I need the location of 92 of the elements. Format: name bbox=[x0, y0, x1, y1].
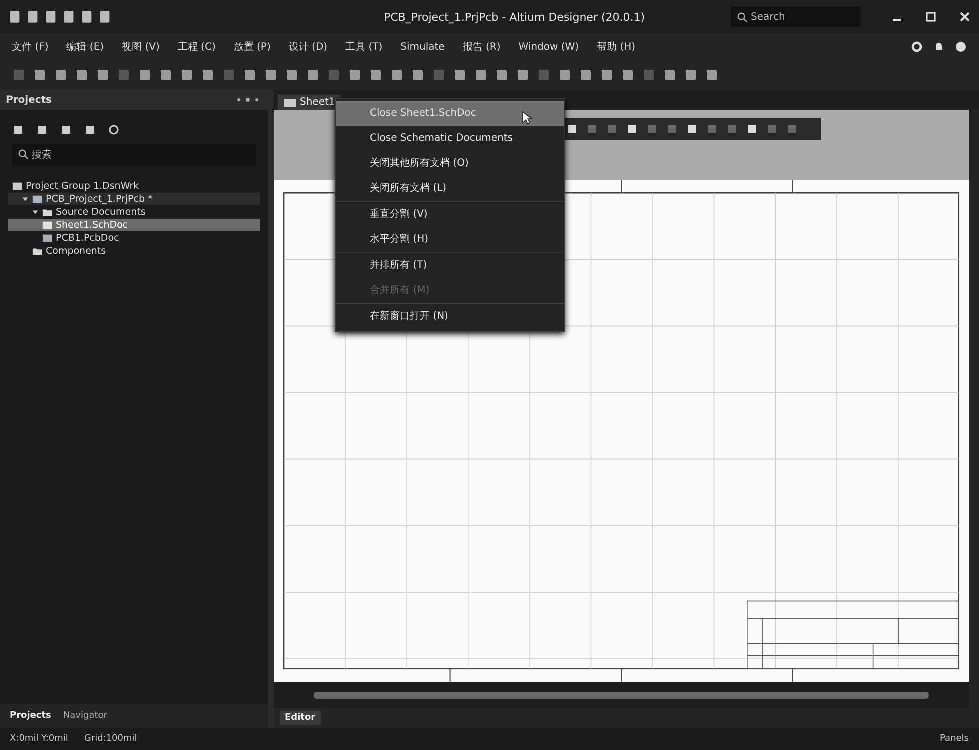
search-icon bbox=[737, 12, 748, 23]
scrollbar-thumb[interactable] bbox=[314, 692, 929, 698]
tree-item[interactable]: Project Group 1.DsnWrk bbox=[8, 180, 260, 192]
tool-icon[interactable] bbox=[390, 68, 404, 82]
status-grid: Grid:100mil bbox=[84, 734, 138, 744]
tree-item[interactable]: PCB1.PcbDoc bbox=[8, 232, 260, 244]
menu-item[interactable]: 编辑 (E) bbox=[66, 40, 104, 54]
search-field[interactable]: 搜索 bbox=[12, 144, 256, 166]
tool-icon[interactable] bbox=[96, 68, 110, 82]
document-icon bbox=[42, 220, 53, 230]
tool-icon[interactable] bbox=[705, 68, 719, 82]
tool-icon[interactable] bbox=[685, 122, 699, 136]
document-icon bbox=[284, 98, 296, 108]
tool-icon[interactable] bbox=[138, 68, 152, 82]
status-coordinates: X:0mil Y:0mil bbox=[10, 734, 68, 744]
tree-item[interactable]: Source Documents bbox=[8, 206, 260, 218]
panel-tool-icon[interactable] bbox=[60, 124, 72, 136]
tool-icon[interactable] bbox=[201, 68, 215, 82]
tool-icon[interactable] bbox=[75, 68, 89, 82]
document-tab[interactable]: Sheet1 bbox=[278, 95, 342, 110]
menu-item[interactable]: 关闭所有文档 (L) bbox=[336, 176, 564, 202]
tool-icon[interactable] bbox=[54, 68, 68, 82]
document-icon bbox=[32, 194, 43, 204]
menu-item[interactable]: 视图 (V) bbox=[122, 40, 160, 54]
tool-icon[interactable] bbox=[306, 68, 320, 82]
tool-icon[interactable] bbox=[369, 68, 383, 82]
menu-item[interactable]: 报告 (R) bbox=[462, 40, 501, 54]
menu-item[interactable]: Window (W) bbox=[518, 42, 580, 52]
tool-icon[interactable] bbox=[411, 68, 425, 82]
tool-icon[interactable] bbox=[495, 68, 509, 82]
menu-item[interactable]: 关闭其他所有文档 (O) bbox=[336, 151, 564, 176]
tool-icon[interactable] bbox=[180, 68, 194, 82]
tool-icon[interactable] bbox=[579, 68, 593, 82]
tree-item[interactable]: PCB_Project_1.PrjPcb * bbox=[8, 193, 260, 205]
close-icon[interactable] bbox=[959, 11, 971, 23]
user-icon[interactable] bbox=[955, 41, 967, 53]
menu-item[interactable]: 垂直分割 (V) bbox=[336, 202, 564, 227]
tool-icon[interactable] bbox=[285, 68, 299, 82]
menu-item[interactable]: 帮助 (H) bbox=[597, 40, 636, 54]
panel-tool-icon[interactable] bbox=[84, 124, 96, 136]
panel-tool-icon[interactable] bbox=[36, 124, 48, 136]
tool-icon[interactable] bbox=[453, 68, 467, 82]
panels-button[interactable]: Panels bbox=[940, 734, 969, 744]
document-icon bbox=[42, 232, 53, 244]
panel-tool-icon[interactable] bbox=[12, 124, 24, 136]
menu-item[interactable]: Close Schematic Documents bbox=[336, 126, 564, 151]
menu-item[interactable]: Close Sheet1.SchDoc bbox=[336, 101, 564, 126]
menu-item[interactable]: 设计 (D) bbox=[288, 40, 328, 54]
tool-icon[interactable] bbox=[243, 68, 257, 82]
tool-icon[interactable] bbox=[558, 68, 572, 82]
window-title: PCB_Project_1.PrjPcb - Altium Designer (20.0.1) bbox=[382, 10, 646, 24]
tool-icon[interactable] bbox=[625, 122, 639, 136]
tool-icon[interactable] bbox=[516, 68, 530, 82]
tool-icon[interactable] bbox=[264, 68, 278, 82]
tool-icon[interactable] bbox=[348, 68, 362, 82]
tool-icon[interactable] bbox=[600, 68, 614, 82]
panel-tool-icon[interactable] bbox=[108, 124, 120, 136]
editor-tab[interactable]: Editor bbox=[280, 711, 321, 725]
menu-item[interactable]: 工具 (T) bbox=[346, 40, 383, 54]
quick-access-icon[interactable] bbox=[8, 10, 22, 24]
tool-icon[interactable] bbox=[621, 68, 635, 82]
tree-item[interactable]: Components bbox=[8, 245, 260, 257]
tool-icon[interactable] bbox=[663, 68, 677, 82]
cursor-icon bbox=[522, 111, 532, 125]
tool-icon[interactable] bbox=[565, 122, 579, 136]
tool-icon[interactable] bbox=[745, 122, 759, 136]
menu-item[interactable]: 水平分割 (H) bbox=[336, 227, 564, 253]
quick-access-icon[interactable] bbox=[80, 10, 94, 24]
menu-item[interactable]: 文件 (F) bbox=[12, 40, 49, 54]
tool-icon[interactable] bbox=[684, 68, 698, 82]
maximize-icon[interactable] bbox=[925, 11, 937, 23]
tool-icon[interactable] bbox=[159, 68, 173, 82]
tree-item[interactable]: Sheet1.SchDoc bbox=[8, 219, 260, 231]
quick-access-icon[interactable] bbox=[62, 10, 76, 24]
quick-access-icon[interactable] bbox=[26, 10, 40, 24]
document-icon bbox=[12, 180, 23, 192]
tool-icon[interactable] bbox=[33, 68, 47, 82]
panel-tab[interactable]: Navigator bbox=[63, 711, 108, 721]
menu-item[interactable]: Simulate bbox=[400, 42, 445, 52]
search-field[interactable]: Search bbox=[731, 7, 861, 27]
search-icon bbox=[18, 149, 29, 160]
settings-icon[interactable] bbox=[911, 41, 923, 53]
panel-title: Projects bbox=[6, 94, 54, 106]
tool-icon[interactable] bbox=[474, 68, 488, 82]
menu-item[interactable]: 放置 (P) bbox=[234, 40, 271, 54]
menu-item[interactable]: 并排所有 (T) bbox=[336, 253, 564, 278]
bell-icon[interactable] bbox=[933, 41, 945, 53]
quick-access-icon[interactable] bbox=[44, 10, 58, 24]
menu-item[interactable]: 工程 (C) bbox=[178, 40, 216, 54]
quick-access-icon[interactable] bbox=[98, 10, 112, 24]
menu-item[interactable]: 在新窗口打开 (N) bbox=[336, 304, 564, 329]
panel-tab[interactable]: Projects bbox=[10, 711, 52, 721]
